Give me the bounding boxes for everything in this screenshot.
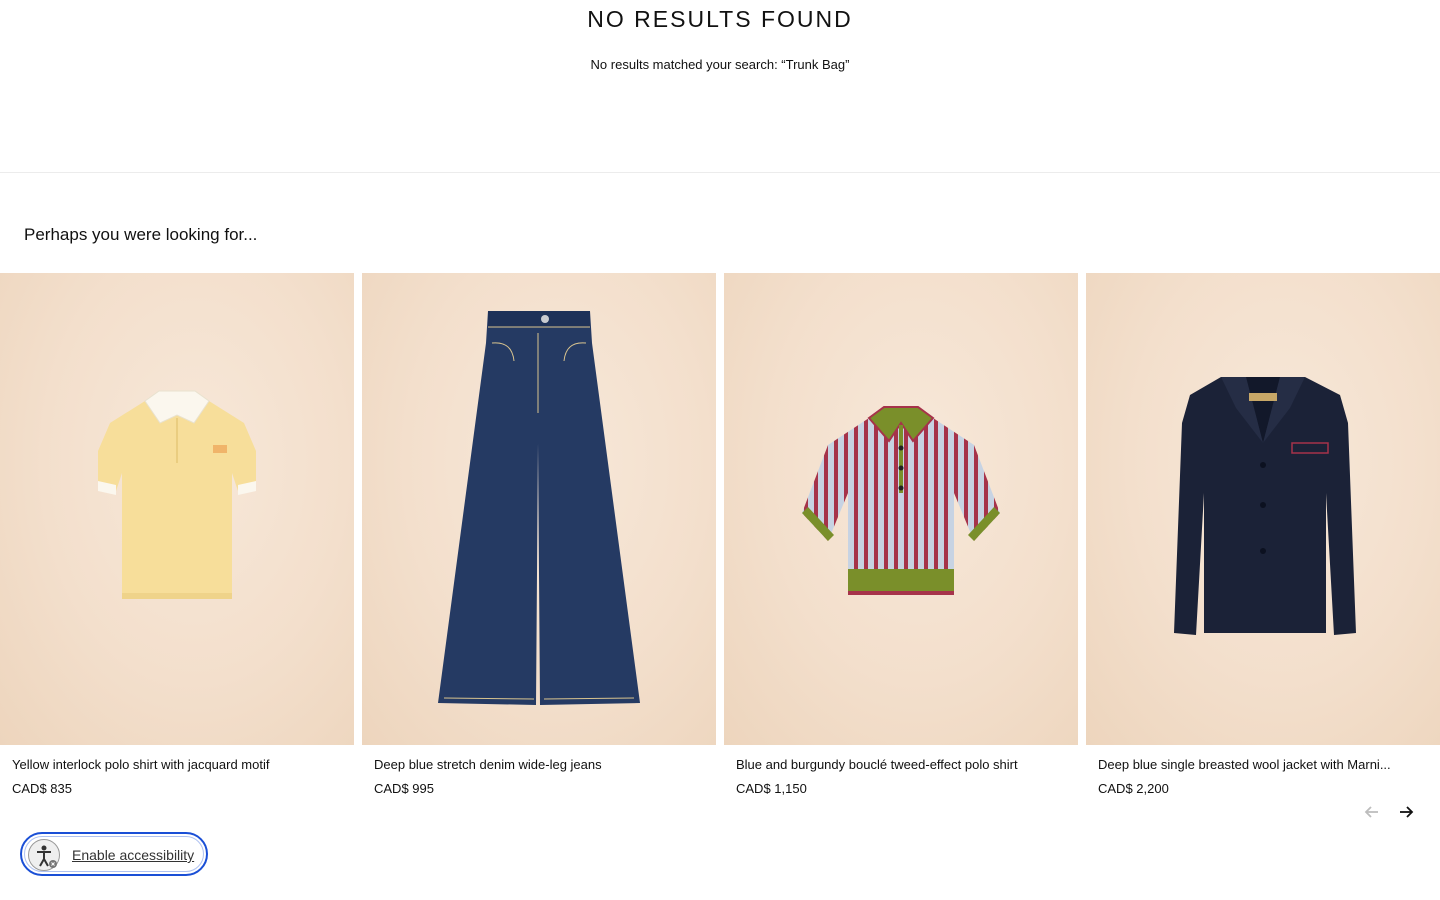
search-results-page: NO RESULTS FOUND No results matched your… (0, 0, 1440, 900)
accessibility-person-icon (28, 839, 60, 871)
accessibility-label[interactable]: Enable accessibility (72, 846, 194, 864)
product-price: CAD$ 1,150 (736, 781, 807, 796)
product-card[interactable]: Deep blue single breasted wool jacket wi… (1086, 273, 1440, 796)
product-name[interactable]: Deep blue stretch denim wide-leg jeans (374, 757, 704, 773)
product-card[interactable]: Yellow interlock polo shirt with jacquar… (0, 273, 354, 796)
product-name[interactable]: Yellow interlock polo shirt with jacquar… (12, 757, 342, 773)
product-price: CAD$ 2,200 (1098, 781, 1169, 796)
suggestions-heading: Perhaps you were looking for... (24, 225, 258, 244)
product-name[interactable]: Blue and burgundy bouclé tweed-effect po… (736, 757, 1066, 773)
product-card[interactable]: Deep blue stretch denim wide-leg jeans C… (362, 273, 716, 796)
product-image[interactable] (362, 273, 716, 745)
carousel-controls (1360, 802, 1420, 822)
arrow-right-icon (1400, 806, 1414, 818)
product-carousel: Yellow interlock polo shirt with jacquar… (0, 273, 1440, 813)
product-image[interactable] (724, 273, 1078, 745)
product-price: CAD$ 995 (374, 781, 434, 796)
product-price: CAD$ 835 (12, 781, 72, 796)
carousel-prev-button[interactable] (1362, 802, 1384, 822)
carousel-next-button[interactable] (1396, 802, 1418, 822)
no-results-message: No results matched your search: “Trunk B… (590, 57, 850, 72)
page-title: NO RESULTS FOUND (587, 6, 853, 32)
product-image[interactable] (0, 273, 354, 745)
arrow-left-icon (1364, 806, 1378, 818)
product-card[interactable]: Blue and burgundy bouclé tweed-effect po… (724, 273, 1078, 796)
product-name[interactable]: Deep blue single breasted wool jacket wi… (1098, 757, 1428, 773)
no-results-section: NO RESULTS FOUND No results matched your… (0, 0, 1440, 173)
product-image[interactable] (1086, 273, 1440, 745)
enable-accessibility-button[interactable]: Enable accessibility (20, 832, 208, 876)
